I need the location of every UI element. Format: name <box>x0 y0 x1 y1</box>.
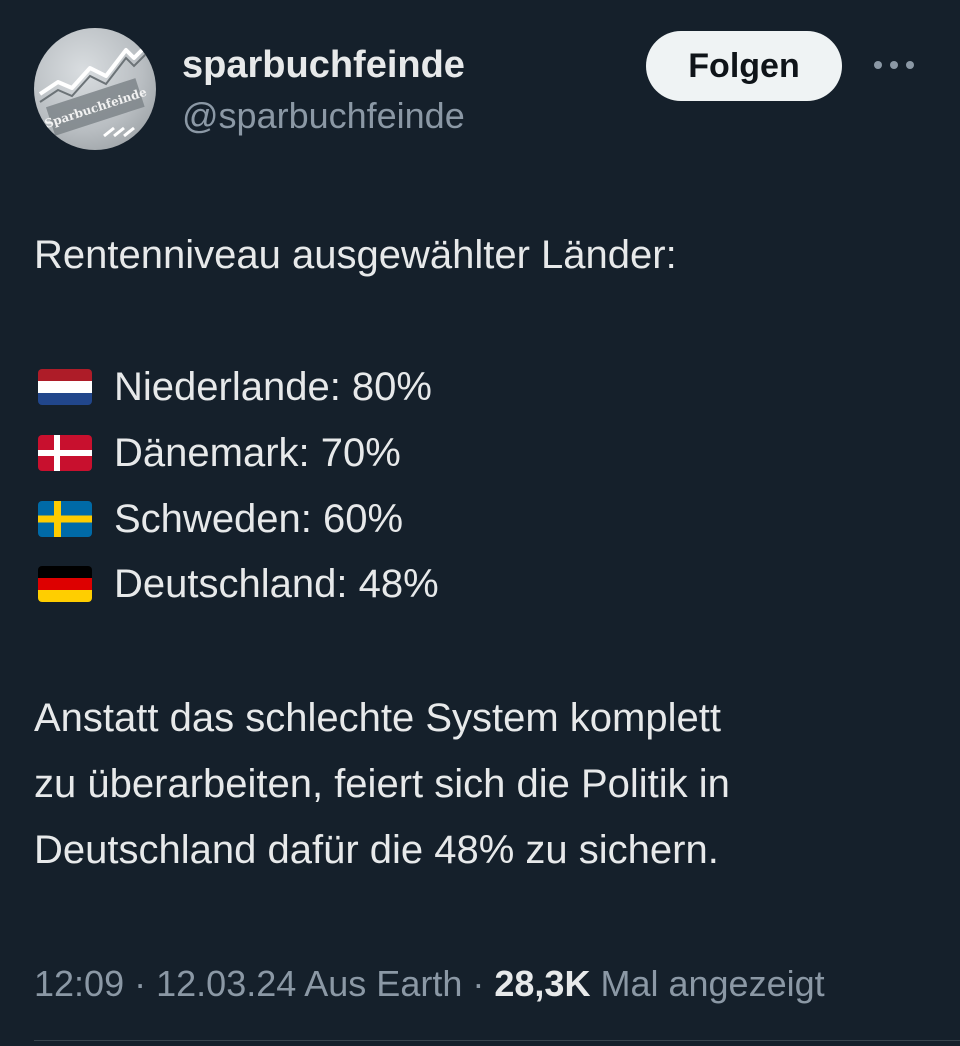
tweet-date-location[interactable]: 12.03.24 Aus Earth <box>156 963 462 1004</box>
country-line-sweden: Schweden: 60% <box>38 496 403 542</box>
avatar[interactable]: Sparbuchfeinde <box>34 28 156 150</box>
tweet-meta: 12:09 · 12.03.24 Aus Earth · 28,3K Mal a… <box>34 962 825 1006</box>
divider <box>34 1040 960 1041</box>
separator: · <box>472 963 485 1004</box>
user-handle[interactable]: @sparbuchfeinde <box>182 94 465 138</box>
netherlands-flag-icon <box>38 369 92 405</box>
country-text: Dänemark: 70% <box>114 431 401 475</box>
tweet-intro: Rentenniveau ausgewählter Länder: <box>34 233 677 277</box>
avatar-logo: Sparbuchfeinde <box>38 40 152 138</box>
denmark-flag-icon <box>38 435 92 471</box>
views-count[interactable]: 28,3K <box>494 963 590 1004</box>
tweet-paragraph-line: Deutschland dafür die 48% zu sichern. <box>34 828 719 872</box>
sweden-flag-icon <box>38 501 92 537</box>
country-line-denmark: Dänemark: 70% <box>38 430 401 476</box>
country-text: Schweden: 60% <box>114 497 404 541</box>
follow-button[interactable]: Folgen <box>646 31 842 101</box>
more-horizontal-icon <box>874 61 914 69</box>
country-line-germany: Deutschland: 48% <box>38 561 439 607</box>
display-name[interactable]: sparbuchfeinde <box>182 42 465 88</box>
germany-flag-icon <box>38 566 92 602</box>
tweet-paragraph-line: zu überarbeiten, feiert sich die Politik… <box>34 762 730 806</box>
country-text: Niederlande: 80% <box>114 365 432 409</box>
views-label: Mal angezeigt <box>600 963 825 1004</box>
country-text: Deutschland: 48% <box>114 562 439 606</box>
country-line-netherlands: Niederlande: 80% <box>38 364 432 410</box>
tweet-paragraph-line: Anstatt das schlechte System komplett <box>34 696 721 740</box>
separator: · <box>134 963 147 1004</box>
tweet-time[interactable]: 12:09 <box>34 963 124 1004</box>
more-options-button[interactable] <box>868 50 920 80</box>
